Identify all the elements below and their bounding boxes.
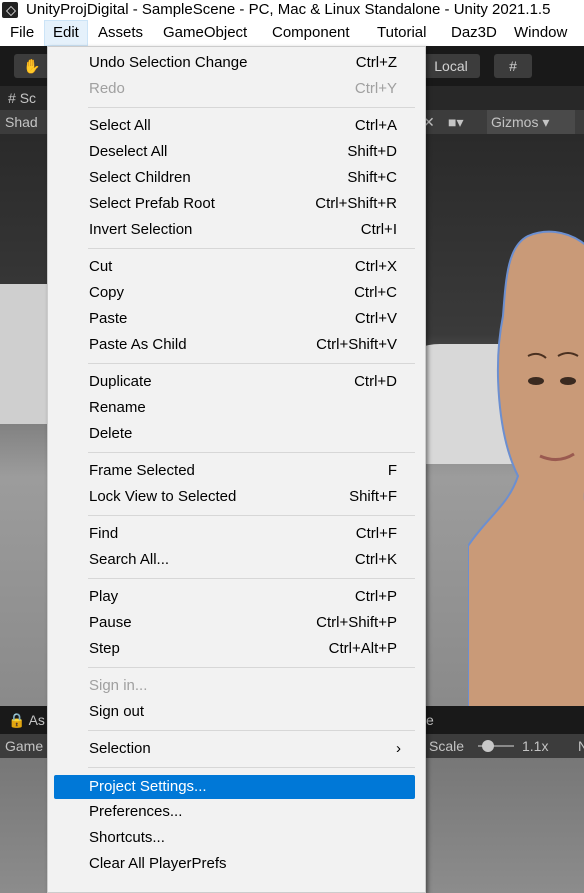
edit-menu-dropdown: Undo Selection Change Ctrl+Z Redo Ctrl+Y S… bbox=[47, 46, 426, 893]
menu-item-select-prefab-root[interactable]: Select Prefab Root Ctrl+Shift+R bbox=[54, 192, 415, 216]
game-display-dropdown[interactable]: Game bbox=[5, 734, 43, 758]
menu-item-rename[interactable]: Rename bbox=[54, 396, 415, 420]
menu-item-copy[interactable]: Copy Ctrl+C bbox=[54, 281, 415, 305]
menu-item-deselect-all[interactable]: Deselect All Shift+D bbox=[54, 140, 415, 164]
menu-item-preferences[interactable]: Preferences... bbox=[54, 800, 415, 824]
menu-item-play[interactable]: Play Ctrl+P bbox=[54, 585, 415, 609]
menu-item-delete[interactable]: Delete bbox=[54, 422, 415, 446]
menu-item-pause[interactable]: Pause Ctrl+Shift+P bbox=[54, 611, 415, 635]
window-titlebar: UnityProjDigital - SampleScene - PC, Mac… bbox=[0, 0, 584, 20]
menu-separator bbox=[88, 107, 415, 108]
character-model bbox=[468, 230, 584, 706]
menu-item-select-children[interactable]: Select Children Shift+C bbox=[54, 166, 415, 190]
menu-item-search-all[interactable]: Search All... Ctrl+K bbox=[54, 548, 415, 572]
menu-item-project-settings[interactable]: Project Settings... bbox=[54, 775, 415, 799]
menu-item-cut[interactable]: Cut Ctrl+X bbox=[54, 255, 415, 279]
menu-component[interactable]: Component bbox=[264, 20, 358, 46]
hand-tool-button[interactable]: ✋ bbox=[14, 54, 50, 78]
menu-item-step[interactable]: Step Ctrl+Alt+P bbox=[54, 637, 415, 661]
game-more-label: N bbox=[578, 738, 584, 754]
camera-icon[interactable]: ■▾ bbox=[448, 110, 463, 134]
gizmos-dropdown[interactable]: Gizmos ▾ bbox=[487, 110, 575, 134]
pivot-local-button[interactable]: Local bbox=[422, 54, 480, 78]
menu-separator bbox=[88, 730, 415, 731]
menu-item-sign-out[interactable]: Sign out bbox=[54, 700, 415, 724]
grid-snap-button[interactable]: # bbox=[494, 54, 532, 78]
menubar: File Edit Assets GameObject Component Tu… bbox=[0, 20, 584, 46]
shading-mode-dropdown[interactable]: Shad bbox=[5, 110, 38, 134]
menu-item-clear-playerprefs[interactable]: Clear All PlayerPrefs bbox=[54, 852, 415, 876]
grid-icon: # bbox=[509, 58, 517, 74]
scene-tab[interactable]: # Sc bbox=[8, 86, 36, 110]
unity-logo-icon bbox=[2, 2, 18, 18]
menu-assets[interactable]: Assets bbox=[90, 20, 151, 46]
window-title: UnityProjDigital - SampleScene - PC, Mac… bbox=[26, 1, 551, 18]
menu-separator bbox=[88, 667, 415, 668]
hand-icon: ✋ bbox=[23, 58, 41, 74]
menu-tutorial[interactable]: Tutorial bbox=[369, 20, 434, 46]
scale-slider-knob[interactable] bbox=[481, 740, 494, 752]
menu-separator bbox=[88, 767, 415, 768]
scale-label: Scale bbox=[429, 738, 465, 754]
menu-item-paste-as-child[interactable]: Paste As Child Ctrl+Shift+V bbox=[54, 333, 415, 357]
menu-item-paste[interactable]: Paste Ctrl+V bbox=[54, 307, 415, 331]
menu-gameobject[interactable]: GameObject bbox=[155, 20, 255, 46]
menu-item-lock-view[interactable]: Lock View to Selected Shift+F bbox=[54, 485, 415, 509]
menu-separator bbox=[88, 363, 415, 364]
menu-item-redo: Redo Ctrl+Y bbox=[89, 80, 397, 97]
game-tab[interactable]: e bbox=[426, 706, 434, 734]
menu-item-undo[interactable]: Undo Selection Change Ctrl+Z bbox=[54, 51, 415, 75]
chevron-right-icon: › bbox=[396, 740, 401, 757]
menu-item-duplicate[interactable]: Duplicate Ctrl+D bbox=[54, 370, 415, 394]
menu-item-shortcuts[interactable]: Shortcuts... bbox=[54, 826, 415, 850]
menu-item-invert-selection[interactable]: Invert Selection Ctrl+I bbox=[54, 218, 415, 242]
menu-separator bbox=[88, 452, 415, 453]
menu-item-selection[interactable]: Selection › bbox=[54, 737, 415, 761]
scale-value: 1.1x bbox=[522, 738, 549, 754]
menu-window[interactable]: Window bbox=[506, 20, 575, 46]
menu-item-sign-in: Sign in... bbox=[89, 677, 148, 694]
menu-separator bbox=[88, 578, 415, 579]
scale-slider[interactable] bbox=[478, 740, 514, 752]
local-label: Local bbox=[434, 58, 468, 74]
menu-item-frame-selected[interactable]: Frame Selected F bbox=[54, 459, 415, 483]
menu-item-select-all[interactable]: Select All Ctrl+A bbox=[54, 114, 415, 138]
menu-file[interactable]: File bbox=[2, 20, 42, 46]
menu-item-find[interactable]: Find Ctrl+F bbox=[54, 522, 415, 546]
menu-separator bbox=[88, 248, 415, 249]
assets-tab[interactable]: 🔒 As bbox=[8, 706, 45, 734]
menu-separator bbox=[88, 515, 415, 516]
menu-edit[interactable]: Edit bbox=[44, 20, 88, 46]
menu-daz3d[interactable]: Daz3D bbox=[443, 20, 505, 46]
